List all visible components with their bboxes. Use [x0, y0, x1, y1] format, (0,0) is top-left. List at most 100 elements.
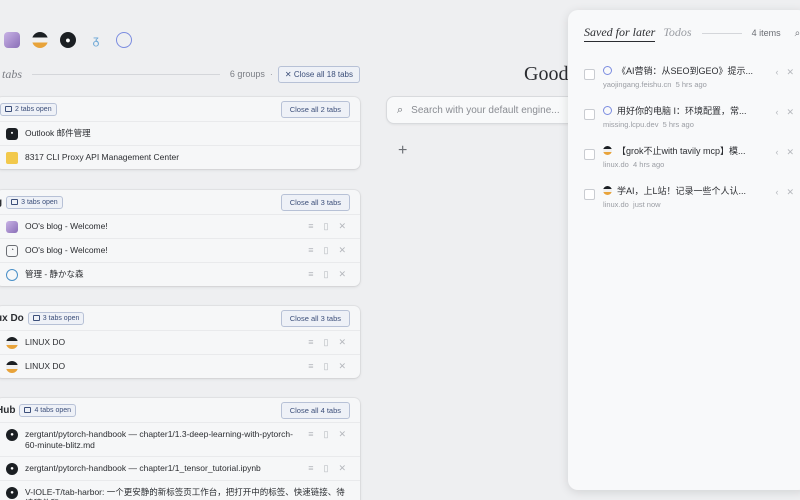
avatar-photo-icon[interactable] — [4, 32, 20, 48]
close-icon[interactable]: ✕ — [338, 429, 346, 440]
tab-row[interactable]: 管理 - 静かな森 ≡ ▯ ✕ — [0, 262, 360, 286]
tab-title: Outlook 邮件管理 — [25, 128, 91, 138]
tab-row[interactable]: 8317 CLI Proxy API Management Center — [0, 145, 360, 169]
saved-item-title[interactable]: 【grok不止with tavily mcp】模... — [617, 144, 746, 157]
saved-title-row: 《AI营销：从SEO到GEO》提示... — [603, 64, 769, 77]
close-group-button[interactable]: Close all 4 tabs — [280, 402, 350, 419]
bookmark-icon[interactable]: ▯ — [324, 221, 329, 232]
close-icon[interactable]: ✕ — [338, 337, 346, 348]
item-checkbox[interactable] — [584, 149, 595, 160]
close-icon[interactable]: ✕ — [786, 147, 794, 158]
close-group-button[interactable]: Close all 2 tabs — [280, 101, 350, 118]
item-checkbox[interactable] — [584, 189, 595, 200]
tab-actions: ≡ ▯ ✕ — [308, 429, 346, 440]
tabs-open-badge: 2 tabs open — [0, 102, 57, 116]
tab-actions: ≡ ▯ ✕ — [308, 361, 346, 372]
saved-item-meta: yaojingang.feishu.cn 5 hrs ago — [603, 80, 769, 89]
bookmark-icon[interactable]: ▯ — [324, 361, 329, 372]
group-name: g — [0, 197, 2, 208]
group-header: Hub 4 tabs open Close all 4 tabs — [0, 398, 360, 422]
close-icon[interactable]: ✕ — [786, 107, 794, 118]
tab-group: ux Do 3 tabs open Close all 3 tabs LINUX… — [0, 306, 360, 378]
restore-icon[interactable]: ‹ — [775, 147, 778, 158]
separator: · — [269, 69, 273, 79]
drag-handle-icon[interactable]: ≡ — [308, 463, 313, 474]
saved-item[interactable]: 【grok不止with tavily mcp】模... linux.do 4 h… — [568, 136, 800, 176]
tab-row[interactable]: LINUX DO ≡ ▯ ✕ — [0, 330, 360, 354]
drag-handle-icon[interactable]: ≡ — [308, 245, 313, 256]
drag-handle-icon[interactable]: ≡ — [308, 221, 313, 232]
close-all-tabs-button[interactable]: ✕ Close all 18 tabs — [277, 65, 360, 83]
close-group-button[interactable]: Close all 3 tabs — [280, 194, 350, 211]
tab-title: zergtant/pytorch-handbook — chapter1/1.3… — [25, 429, 293, 450]
groups-count: 6 groups — [229, 69, 265, 79]
tab-title: zergtant/pytorch-handbook — chapter1/1_t… — [25, 463, 261, 473]
drag-handle-icon[interactable]: ≡ — [308, 361, 313, 372]
tabs-header: tabs 6 groups · ✕ Close all 18 tabs — [0, 65, 360, 83]
close-icon[interactable]: ✕ — [786, 187, 794, 198]
github-icon[interactable]: ● — [60, 32, 76, 48]
search-icon[interactable]: ⌕ — [795, 28, 800, 39]
github-icon: ● — [6, 487, 18, 499]
bookmark-icon[interactable]: ▯ — [324, 269, 329, 280]
drag-handle-icon[interactable]: ≡ — [308, 429, 313, 440]
globe-icon — [603, 66, 612, 75]
tab-todos[interactable]: Todos — [663, 25, 691, 41]
close-icon[interactable]: ✕ — [338, 221, 346, 232]
item-checkbox[interactable] — [584, 69, 595, 80]
tab-row[interactable]: ▪ Outlook 邮件管理 — [0, 121, 360, 145]
linux-do-icon[interactable] — [32, 32, 48, 48]
saved-item-title[interactable]: 学AI，上L站！记录一些个人认... — [617, 184, 746, 197]
tabs-title: tabs — [2, 66, 23, 81]
tab-row[interactable]: ◔ OO's blog - Welcome! ≡ ▯ ✕ — [0, 238, 360, 262]
item-checkbox[interactable] — [584, 109, 595, 120]
bookmark-icon[interactable]: ▯ — [324, 337, 329, 348]
close-icon[interactable]: ✕ — [338, 269, 346, 280]
globe-icon[interactable] — [116, 32, 132, 48]
tab-row[interactable]: ● V-IOLE-T/tab-harbor: 一个更安静的新标签页工作台，把打开… — [0, 480, 360, 500]
linux-do-icon — [603, 146, 612, 155]
tabs-open-label: 3 tabs open — [42, 314, 80, 322]
saved-item[interactable]: 《AI营销：从SEO到GEO》提示... yaojingang.feishu.c… — [568, 56, 800, 96]
tab-row[interactable]: ● zergtant/pytorch-handbook — chapter1/1… — [0, 456, 360, 480]
restore-icon[interactable]: ‹ — [775, 67, 778, 78]
tab-saved-for-later[interactable]: Saved for later — [584, 25, 656, 42]
tab-row[interactable]: ● zergtant/pytorch-handbook — chapter1/1… — [0, 422, 360, 456]
saved-title-row: 用好你的电脑 I：环境配置，常... — [603, 104, 769, 117]
saved-item-title[interactable]: 用好你的电脑 I：环境配置，常... — [617, 104, 747, 117]
close-icon[interactable]: ✕ — [786, 67, 794, 78]
tab-actions: ≡ ▯ ✕ — [308, 269, 346, 280]
seahorse-icon[interactable]: ᵹ — [88, 32, 104, 48]
tab-row[interactable]: OO's blog - Welcome! ≡ ▯ ✕ — [0, 214, 360, 238]
tab-title: V-IOLE-T/tab-harbor: 一个更安静的新标签页工作台，把打开中的… — [25, 487, 345, 500]
bookmark-icon[interactable]: ▯ — [324, 245, 329, 256]
tab-title: LINUX DO — [25, 361, 66, 371]
drag-handle-icon[interactable]: ≡ — [308, 337, 313, 348]
saved-item-meta: linux.do 4 hrs ago — [603, 160, 769, 169]
close-group-button[interactable]: Close all 3 tabs — [280, 310, 350, 327]
drag-handle-icon[interactable]: ≡ — [308, 269, 313, 280]
items-count: 4 items — [751, 28, 781, 38]
close-icon[interactable]: ✕ — [338, 463, 346, 474]
tabs-open-badge: 3 tabs open — [27, 311, 85, 325]
tab-title: 管理 - 静かな森 — [25, 269, 84, 279]
saved-item-actions: ‹ ✕ — [775, 67, 794, 78]
saved-item-source: yaojingang.feishu.cn — [603, 80, 672, 89]
saved-item[interactable]: 用好你的电脑 I：环境配置，常... missing.lcpu.dev 5 hr… — [568, 96, 800, 136]
bookmark-icon[interactable]: ▯ — [324, 463, 329, 474]
tab-row[interactable]: LINUX DO ≡ ▯ ✕ — [0, 354, 360, 378]
linux-do-icon — [6, 336, 18, 349]
add-shortcut-button[interactable]: + — [398, 142, 407, 160]
saved-item[interactable]: 学AI，上L站！记录一些个人认... linux.do just now ‹ ✕ — [568, 176, 800, 216]
saved-item-actions: ‹ ✕ — [775, 187, 794, 198]
close-icon[interactable]: ✕ — [338, 245, 346, 256]
saved-item-source: linux.do — [603, 200, 629, 209]
window-icon — [24, 407, 32, 413]
saved-item-title[interactable]: 《AI营销：从SEO到GEO》提示... — [617, 64, 753, 77]
tab-title: 8317 CLI Proxy API Management Center — [25, 152, 180, 162]
bookmark-icon[interactable]: ▯ — [324, 429, 329, 440]
restore-icon[interactable]: ‹ — [775, 107, 778, 118]
close-icon[interactable]: ✕ — [338, 361, 346, 372]
restore-icon[interactable]: ‹ — [775, 187, 778, 198]
globe-icon — [603, 106, 612, 115]
